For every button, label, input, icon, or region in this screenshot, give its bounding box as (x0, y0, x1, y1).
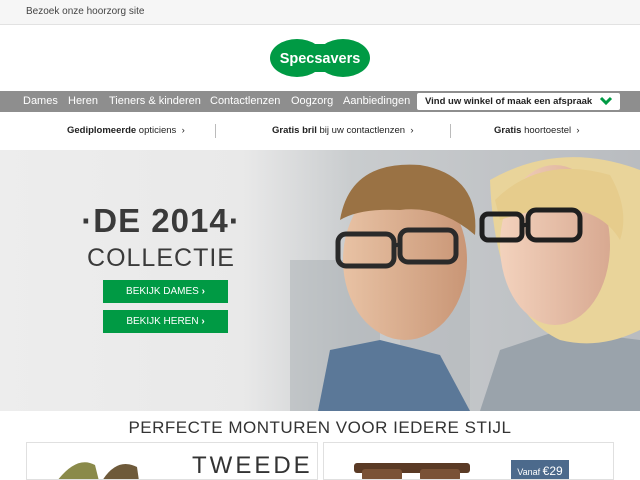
usp-bar: Gediplomeerde opticiens › Gratis bril bi… (0, 112, 640, 150)
nav-item-oogzorg[interactable]: Oogzorg (291, 95, 333, 107)
chevron-right-icon: › (573, 125, 580, 136)
usp-bold: Gratis bril (272, 125, 317, 136)
view-men-label: BEKIJK HEREN (126, 316, 199, 327)
divider (450, 124, 451, 138)
main-nav: Dames Heren Tieners & kinderen Contactle… (0, 91, 640, 112)
usp-text: bij uw contactlenzen (316, 125, 406, 136)
hero-banner[interactable]: ·DE 2014· COLLECTIE BEKIJK DAMES › BEKIJ… (0, 150, 640, 411)
store-locator-label: Vind uw winkel of maak een afspraak (425, 96, 593, 107)
tortoise-glasses-image (354, 463, 470, 479)
hero-couple-image (0, 150, 640, 411)
hero-title: ·DE 2014· (80, 202, 242, 240)
hero-title-text: DE 2014 (93, 202, 229, 239)
dot-ornament: · (228, 202, 241, 239)
nav-item-aanbiedingen[interactable]: Aanbiedingen (343, 95, 410, 107)
chevron-right-icon: › (407, 125, 414, 136)
chevron-right-icon: › (201, 316, 205, 327)
utility-bar: Bezoek onze hoorzorg site (0, 0, 640, 25)
price-badge: Vanaf €29 (511, 460, 569, 479)
chevron-down-icon (599, 96, 613, 106)
dot-ornament: · (81, 202, 94, 239)
header: Specsavers (0, 25, 640, 91)
hearing-care-site-link[interactable]: Bezoek onze hoorzorg site (26, 6, 144, 17)
usp-item-hearing-aid[interactable]: Gratis hoortoestel › (494, 125, 580, 136)
price-prefix: Vanaf (517, 467, 541, 477)
usp-bold: Gediplomeerde (67, 125, 137, 136)
second-pair-text: TWEEDE (192, 452, 313, 479)
glasses-frame-image (58, 462, 139, 479)
nav-item-dames[interactable]: Dames (23, 95, 58, 107)
divider (215, 124, 216, 138)
promo-card-second-pair[interactable]: TWEEDE (26, 442, 318, 480)
promo-card-price[interactable]: Vanaf €29 (323, 442, 614, 480)
view-women-button[interactable]: BEKIJK DAMES › (103, 280, 228, 303)
specsavers-logo[interactable]: Specsavers (269, 38, 371, 78)
chevron-right-icon: › (201, 286, 205, 297)
nav-item-contactlenzen[interactable]: Contactlenzen (210, 95, 280, 107)
usp-item-opticians[interactable]: Gediplomeerde opticiens › (67, 125, 185, 136)
nav-item-tieners-kinderen[interactable]: Tieners & kinderen (109, 95, 201, 107)
price-value: €29 (542, 464, 563, 478)
view-men-button[interactable]: BEKIJK HEREN › (103, 310, 228, 333)
chevron-right-icon: › (178, 125, 185, 136)
usp-text: opticiens (136, 125, 177, 136)
store-locator-button[interactable]: Vind uw winkel of maak een afspraak (417, 93, 620, 110)
usp-bold: Gratis (494, 125, 522, 136)
section-title: PERFECTE MONTUREN VOOR IEDERE STIJL (128, 418, 512, 437)
usp-text: hoortoestel (521, 125, 572, 136)
nav-item-heren[interactable]: Heren (68, 95, 98, 107)
usp-item-free-glasses[interactable]: Gratis bril bij uw contactlenzen › (272, 125, 414, 136)
view-women-label: BEKIJK DAMES (126, 286, 199, 297)
hero-subtitle: COLLECTIE (87, 244, 235, 272)
logo-text: Specsavers (280, 51, 361, 67)
